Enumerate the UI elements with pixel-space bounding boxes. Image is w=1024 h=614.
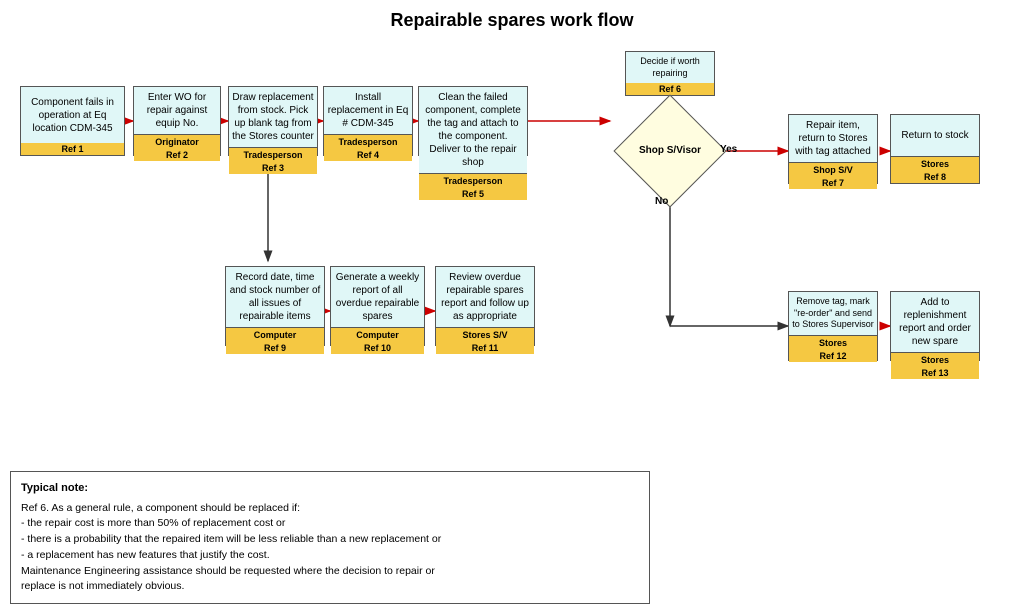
- note-lines: Ref 6. As a general rule, a component sh…: [21, 501, 639, 596]
- box-10: Generate a weekly report of all overdue …: [330, 266, 425, 346]
- box-8-content: Return to stock: [891, 115, 979, 156]
- note-line: Maintenance Engineering assistance shoul…: [21, 564, 639, 580]
- note-line: - a replacement has new features that ju…: [21, 548, 639, 564]
- box-3-label: Tradesperson: [229, 147, 317, 162]
- box-3-ref: Ref 3: [229, 162, 317, 174]
- box-12-ref: Ref 12: [789, 350, 877, 362]
- box-7-content: Repair item, return to Stores with tag a…: [789, 115, 877, 162]
- no-label: No: [655, 196, 668, 207]
- box-13: Add to replenishment report and order ne…: [890, 291, 980, 361]
- box-13-ref: Ref 13: [891, 367, 979, 379]
- box-8-ref: Ref 8: [891, 171, 979, 183]
- box-3-content: Draw replacement from stock. Pick up bla…: [229, 87, 317, 147]
- box-2-label: Originator: [134, 134, 220, 149]
- yes-label: Yes: [720, 144, 737, 155]
- box-1-ref: Ref 1: [21, 143, 124, 155]
- box-5-ref: Ref 5: [419, 188, 527, 200]
- box-9: Record date, time and stock number of al…: [225, 266, 325, 346]
- box-7: Repair item, return to Stores with tag a…: [788, 114, 878, 184]
- box-9-ref: Ref 9: [226, 342, 324, 354]
- note-line: - there is a probability that the repair…: [21, 532, 639, 548]
- box-4: Install replacement in Eq # CDM-345 Trad…: [323, 86, 413, 156]
- flowchart: Component fails in operation at Eq locat…: [10, 46, 1014, 466]
- box-13-label: Stores: [891, 352, 979, 367]
- box-7-label: Shop S/V: [789, 162, 877, 177]
- box-10-label: Computer: [331, 327, 424, 342]
- box-12: Remove tag, mark "re-order" and send to …: [788, 291, 878, 361]
- box-11-content: Review overdue repairable spares report …: [436, 267, 534, 327]
- box-10-content: Generate a weekly report of all overdue …: [331, 267, 424, 327]
- box-5-label: Tradesperson: [419, 173, 527, 188]
- note-line: - the repair cost is more than 50% of re…: [21, 516, 639, 532]
- note-line: replace is not immediately obvious.: [21, 579, 639, 595]
- box-2-content: Enter WO for repair against equip No.: [134, 87, 220, 134]
- note-title: Typical note:: [21, 480, 639, 497]
- box-8: Return to stock Stores Ref 8: [890, 114, 980, 184]
- box-12-label: Stores: [789, 335, 877, 350]
- box-5-content: Clean the failed component, complete the…: [419, 87, 527, 173]
- box-9-content: Record date, time and stock number of al…: [226, 267, 324, 327]
- box-9-label: Computer: [226, 327, 324, 342]
- box-10-ref: Ref 10: [331, 342, 424, 354]
- box-13-content: Add to replenishment report and order ne…: [891, 292, 979, 352]
- box-5: Clean the failed component, complete the…: [418, 86, 528, 156]
- note-box: Typical note: Ref 6. As a general rule, …: [10, 471, 650, 604]
- box-4-content: Install replacement in Eq # CDM-345: [324, 87, 412, 134]
- box-11-ref: Ref 11: [436, 342, 534, 354]
- box-4-label: Tradesperson: [324, 134, 412, 149]
- box-12-content: Remove tag, mark "re-order" and send to …: [789, 292, 877, 335]
- box-2-ref: Ref 2: [134, 149, 220, 161]
- diamond-text: Shop S/Visor: [635, 145, 705, 157]
- box-8-label: Stores: [891, 156, 979, 171]
- note-line: Ref 6. As a general rule, a component sh…: [21, 501, 639, 517]
- box-6-content: Decide if worth repairing: [626, 52, 714, 83]
- box-7-ref: Ref 7: [789, 177, 877, 189]
- box-11-label: Stores S/V: [436, 327, 534, 342]
- box-1-content: Component fails in operation at Eq locat…: [21, 87, 124, 143]
- box-6-top: Decide if worth repairing Ref 6: [625, 51, 715, 96]
- box-11: Review overdue repairable spares report …: [435, 266, 535, 346]
- box-3: Draw replacement from stock. Pick up bla…: [228, 86, 318, 156]
- diamond-container: Shop S/Visor: [630, 111, 710, 191]
- box-2: Enter WO for repair against equip No. Or…: [133, 86, 221, 156]
- page-title: Repairable spares work flow: [10, 10, 1014, 31]
- box-1: Component fails in operation at Eq locat…: [20, 86, 125, 156]
- box-4-ref: Ref 4: [324, 149, 412, 161]
